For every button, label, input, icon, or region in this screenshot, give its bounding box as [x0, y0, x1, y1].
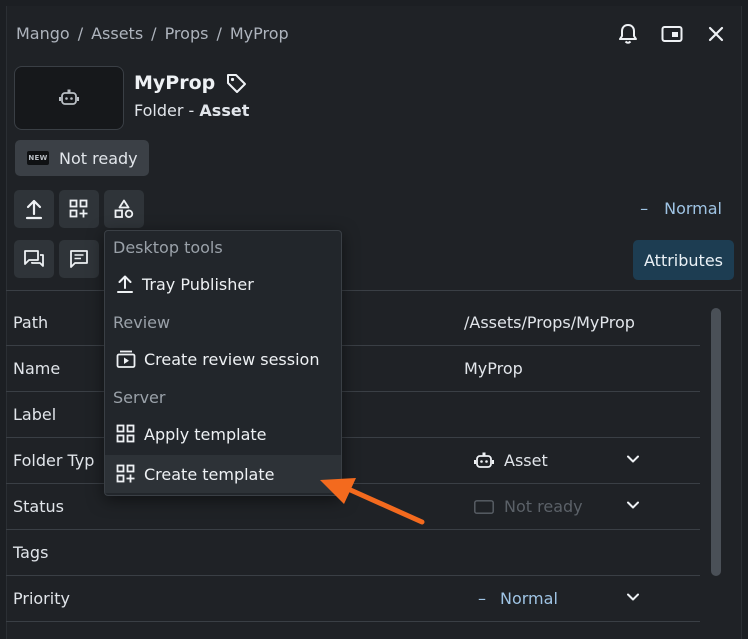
menu-item-create-template[interactable]: Create template [105, 455, 341, 493]
menu-item-label: Apply template [144, 424, 267, 444]
attribute-value: – Normal [478, 589, 558, 608]
menu-item-apply-template[interactable]: Apply template [105, 415, 341, 453]
attributes-tab-button[interactable]: Attributes [633, 240, 734, 280]
robot-icon [474, 452, 494, 468]
attribute-value: MyProp [464, 359, 523, 378]
chevron-down-icon[interactable] [626, 498, 640, 512]
entity-name: MyProp [134, 72, 216, 94]
path-value: /Assets/Props/MyProp [464, 313, 635, 332]
attributes-scrollbar[interactable] [711, 308, 721, 576]
template-icon [116, 424, 135, 443]
attribute-label: Label [13, 405, 57, 424]
priority-selector[interactable]: – Normal [640, 199, 722, 218]
priority-dash: – [478, 589, 486, 608]
priority-value: Normal [664, 199, 722, 218]
chevron-down-icon[interactable] [626, 590, 640, 604]
publish-button[interactable] [14, 190, 54, 228]
annotation-arrow-icon [320, 478, 425, 525]
breadcrumb-item-props[interactable]: Props [165, 24, 209, 43]
name-value: MyProp [464, 359, 523, 378]
shapes-icon [114, 199, 134, 218]
attribute-label: Folder Typ [13, 451, 95, 470]
breadcrumb-separator: / [77, 24, 84, 43]
menu-item-label: Create template [144, 464, 275, 484]
panel-header-actions [616, 22, 728, 46]
attribute-label: Status [13, 497, 64, 516]
tag-icon[interactable] [225, 72, 247, 94]
breadcrumb-item-assets[interactable]: Assets [91, 24, 143, 43]
entity-thumbnail[interactable] [14, 66, 124, 130]
attribute-value: Not ready [474, 497, 583, 516]
chat-bubbles-icon [24, 250, 44, 267]
menu-item-create-review-session[interactable]: Create review session [105, 340, 341, 378]
entity-type-label: Folder - [134, 101, 195, 120]
new-status-icon [474, 499, 494, 514]
breadcrumb-item-mango[interactable]: Mango [16, 24, 70, 43]
close-icon[interactable] [704, 22, 728, 46]
attribute-row-tags[interactable]: Tags [6, 530, 700, 576]
bell-icon[interactable] [616, 22, 640, 46]
review-session-icon [116, 350, 136, 368]
upload-icon [25, 199, 43, 220]
attribute-label: Priority [13, 589, 70, 608]
status-label: Not ready [59, 148, 138, 168]
breadcrumb-separator: / [216, 24, 222, 43]
menu-section-desktop-tools: Desktop tools [113, 238, 223, 257]
chevron-down-icon[interactable] [626, 452, 640, 466]
entity-title: MyProp [134, 72, 247, 94]
breadcrumb-item-myprop[interactable]: MyProp [230, 24, 289, 43]
activity-feed-button[interactable] [14, 240, 54, 278]
status-value: Not ready [504, 497, 583, 516]
menu-item-label: Tray Publisher [142, 274, 254, 294]
upload-icon [117, 275, 133, 293]
comments-button[interactable] [59, 240, 99, 278]
new-status-icon: NEW [27, 151, 49, 165]
entity-type-value: Asset [199, 101, 250, 120]
priority-value: Normal [500, 589, 558, 608]
folder-type-value: Asset [504, 451, 548, 470]
menu-item-tray-publisher[interactable]: Tray Publisher [105, 265, 341, 303]
priority-dash: – [640, 199, 649, 218]
menu-section-review: Review [113, 313, 171, 332]
attribute-label: Path [13, 313, 49, 332]
grid-plus-icon [69, 199, 88, 218]
breadcrumb-separator: / [151, 24, 157, 43]
attribute-value: /Assets/Props/MyProp [464, 313, 635, 332]
breadcrumb: Mango / Assets / Props / MyProp [16, 24, 289, 43]
attribute-row-priority[interactable]: Priority – Normal [6, 576, 700, 622]
attribute-label: Tags [13, 543, 49, 562]
menu-item-label: Create review session [144, 349, 320, 369]
menu-section-server: Server [113, 388, 166, 407]
actions-menu-button[interactable] [104, 190, 144, 228]
entity-subtitle: Folder - Asset [134, 101, 249, 120]
comment-icon [70, 250, 88, 268]
add-template-button[interactable] [59, 190, 99, 228]
status-badge[interactable]: NEW Not ready [15, 140, 149, 176]
create-template-icon [116, 464, 135, 483]
attribute-value: Asset [474, 451, 548, 470]
robot-icon [59, 89, 79, 105]
picture-in-picture-icon[interactable] [660, 22, 684, 46]
actions-dropdown-menu: Desktop tools Tray Publisher Review Crea… [104, 230, 342, 496]
attribute-label: Name [13, 359, 61, 378]
